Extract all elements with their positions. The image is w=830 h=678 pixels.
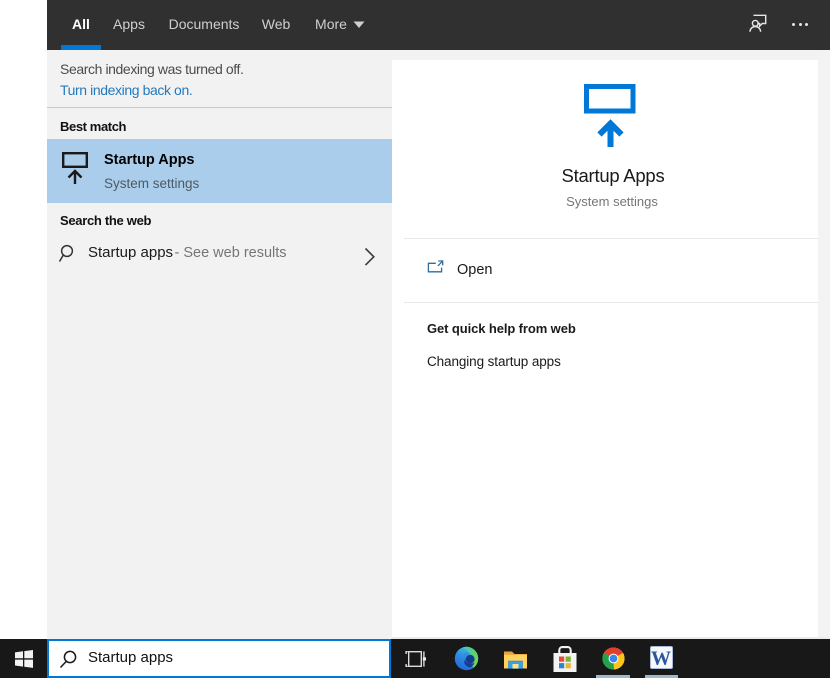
svg-text:W: W (651, 648, 671, 670)
